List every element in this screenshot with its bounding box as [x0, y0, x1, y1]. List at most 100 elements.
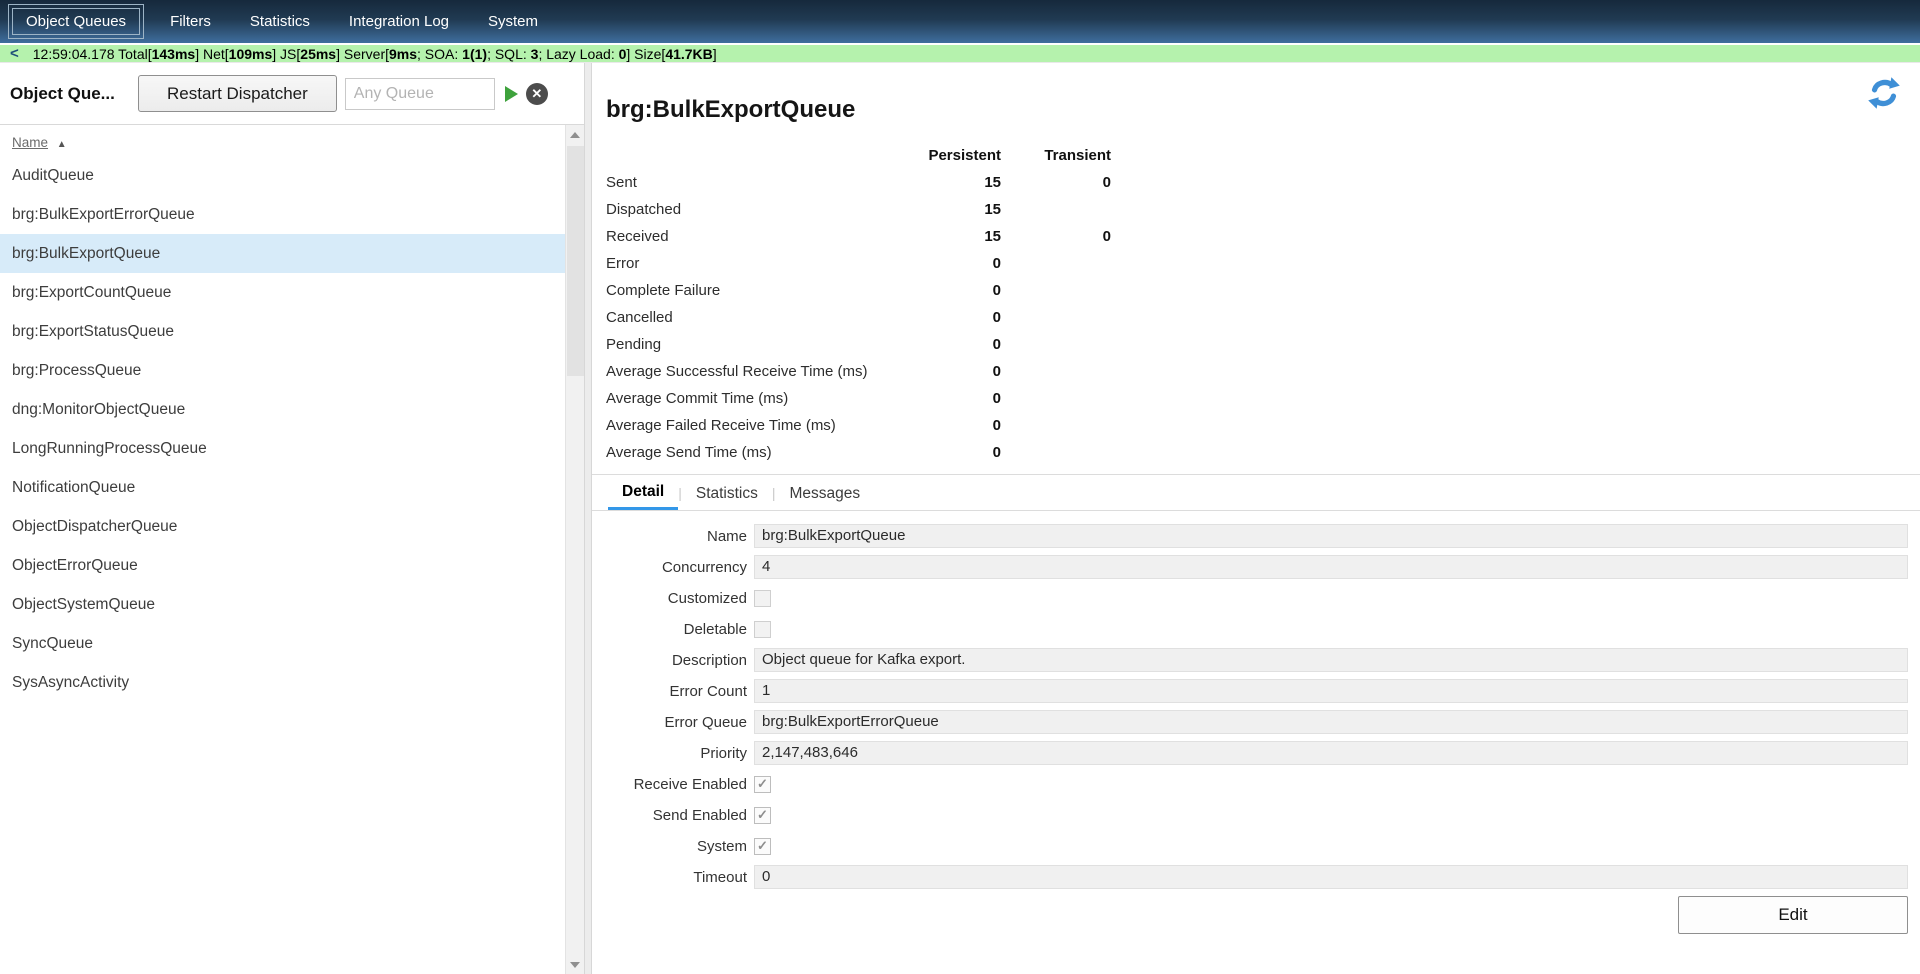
run-search-icon[interactable]	[505, 86, 518, 102]
stats-row-label: Pending	[606, 331, 906, 358]
nav-tab-system[interactable]: System	[475, 7, 551, 36]
timing-status-text: 12:59:04.178 Total[143ms] Net[109ms] JS[…	[33, 46, 717, 62]
detail-tab-messages[interactable]: Messages	[776, 477, 875, 509]
stats-transient-value	[1001, 277, 1111, 304]
scroll-up-button[interactable]	[566, 125, 585, 144]
sidebar-title: Object Que...	[10, 84, 138, 104]
edit-button-row: Edit	[606, 896, 1908, 934]
form-row-description: DescriptionObject queue for Kafka export…	[606, 648, 1908, 672]
refresh-icon[interactable]	[1864, 75, 1904, 116]
nav-tab-statistics[interactable]: Statistics	[237, 7, 323, 36]
stats-transient-value	[1001, 196, 1111, 223]
stats-header-persistent: Persistent	[906, 142, 1001, 169]
checkbox-deletable[interactable]	[754, 621, 771, 638]
checkbox-system[interactable]: ✓	[754, 838, 771, 855]
field-error-queue[interactable]: brg:BulkExportErrorQueue	[754, 710, 1908, 734]
stats-row-label: Average Failed Receive Time (ms)	[606, 412, 906, 439]
scrollbar-thumb[interactable]	[567, 146, 584, 376]
checkbox-receive-enabled[interactable]: ✓	[754, 776, 771, 793]
queue-list-item[interactable]: LongRunningProcessQueue	[0, 429, 565, 468]
stats-persistent-value: 0	[906, 277, 1001, 304]
stats-persistent-value: 0	[906, 250, 1001, 277]
queue-list-panel: Object Que... Restart Dispatcher ✕ Name …	[0, 63, 584, 974]
stats-persistent-value: 0	[906, 304, 1001, 331]
nav-tab-object-queues[interactable]: Object Queues	[8, 4, 144, 39]
queue-list-item[interactable]: ObjectDispatcherQueue	[0, 507, 565, 546]
scrollbar-track[interactable]	[566, 144, 584, 955]
stats-persistent-value: 15	[906, 196, 1001, 223]
field-label: Deletable	[606, 621, 754, 638]
checkbox-send-enabled[interactable]: ✓	[754, 807, 771, 824]
form-row-send-enabled: Send Enabled✓	[606, 803, 1908, 827]
stats-transient-value	[1001, 304, 1111, 331]
stats-row-label: Sent	[606, 169, 906, 196]
clear-search-icon[interactable]: ✕	[526, 83, 548, 105]
queue-list-item[interactable]: brg:ExportStatusQueue	[0, 312, 565, 351]
field-priority[interactable]: 2,147,483,646	[754, 741, 1908, 765]
field-label: Description	[606, 652, 754, 669]
queue-detail-panel: brg:BulkExportQueue PersistentTransientS…	[592, 63, 1920, 974]
field-name[interactable]: brg:BulkExportQueue	[754, 524, 1908, 548]
checkbox-customized[interactable]	[754, 590, 771, 607]
stats-row-label: Cancelled	[606, 304, 906, 331]
stats-row-label: Average Commit Time (ms)	[606, 385, 906, 412]
stats-row-label: Received	[606, 223, 906, 250]
queue-list-item[interactable]: ObjectSystemQueue	[0, 585, 565, 624]
field-label: Priority	[606, 745, 754, 762]
stats-transient-value: 0	[1001, 169, 1111, 196]
queue-list-item[interactable]: SysAsyncActivity	[0, 663, 565, 702]
detail-tab-detail[interactable]: Detail	[608, 475, 678, 510]
form-row-name: Namebrg:BulkExportQueue	[606, 524, 1908, 548]
field-label: Customized	[606, 590, 754, 607]
scroll-down-button[interactable]	[566, 955, 585, 974]
detail-tab-statistics[interactable]: Statistics	[682, 477, 772, 509]
field-label: Send Enabled	[606, 807, 754, 824]
form-row-customized: Customized	[606, 586, 1908, 610]
panel-divider[interactable]	[584, 63, 592, 974]
nav-tab-integration-log[interactable]: Integration Log	[336, 7, 462, 36]
sidebar-body: Name ▲ AuditQueuebrg:BulkExportErrorQueu…	[0, 125, 584, 974]
form-row-error-queue: Error Queuebrg:BulkExportErrorQueue	[606, 710, 1908, 734]
nav-tab-label: Object Queues	[12, 8, 140, 35]
queue-list-item[interactable]: brg:BulkExportQueue	[0, 234, 565, 273]
queue-search-input[interactable]	[345, 78, 495, 110]
stats-header-spacer	[606, 142, 906, 169]
collapse-back-arrow[interactable]: <	[0, 45, 33, 62]
field-error-count[interactable]: 1	[754, 679, 1908, 703]
form-row-concurrency: Concurrency4	[606, 555, 1908, 579]
edit-button[interactable]: Edit	[1678, 896, 1908, 934]
stats-transient-value	[1001, 439, 1111, 466]
sidebar-header: Object Que... Restart Dispatcher ✕	[0, 63, 584, 125]
queue-list-item[interactable]: dng:MonitorObjectQueue	[0, 390, 565, 429]
queue-list-item[interactable]: AuditQueue	[0, 156, 565, 195]
queue-list-item[interactable]: brg:ProcessQueue	[0, 351, 565, 390]
field-description[interactable]: Object queue for Kafka export.	[754, 648, 1908, 672]
nav-tab-filters[interactable]: Filters	[157, 7, 224, 36]
stats-transient-value	[1001, 358, 1111, 385]
scroll-up-icon	[570, 132, 580, 138]
queue-list-item[interactable]: SyncQueue	[0, 624, 565, 663]
stats-persistent-value: 0	[906, 412, 1001, 439]
stats-transient-value	[1001, 331, 1111, 358]
queue-list-item[interactable]: brg:BulkExportErrorQueue	[0, 195, 565, 234]
sort-ascending-icon: ▲	[57, 139, 67, 150]
scroll-down-icon	[570, 962, 580, 968]
queue-list-item[interactable]: NotificationQueue	[0, 468, 565, 507]
stats-transient-value: 0	[1001, 223, 1111, 250]
stats-persistent-value: 15	[906, 169, 1001, 196]
detail-tabs: Detail|Statistics|Messages	[592, 474, 1920, 511]
queue-list-item[interactable]: brg:ExportCountQueue	[0, 273, 565, 312]
sort-by-name-link[interactable]: Name	[12, 135, 48, 150]
field-label: Concurrency	[606, 559, 754, 576]
stats-row-label: Complete Failure	[606, 277, 906, 304]
stats-row-label: Error	[606, 250, 906, 277]
restart-dispatcher-button[interactable]: Restart Dispatcher	[138, 75, 337, 112]
queue-list-item[interactable]: ObjectErrorQueue	[0, 546, 565, 585]
nav-tabs: Object Queues Filters Statistics Integratio…	[8, 4, 551, 39]
list-scrollbar[interactable]	[565, 125, 584, 974]
form-row-receive-enabled: Receive Enabled✓	[606, 772, 1908, 796]
status-bar: < 12:59:04.178 Total[143ms] Net[109ms] J…	[0, 43, 1920, 63]
field-timeout[interactable]: 0	[754, 865, 1908, 889]
stats-persistent-value: 0	[906, 439, 1001, 466]
field-concurrency[interactable]: 4	[754, 555, 1908, 579]
